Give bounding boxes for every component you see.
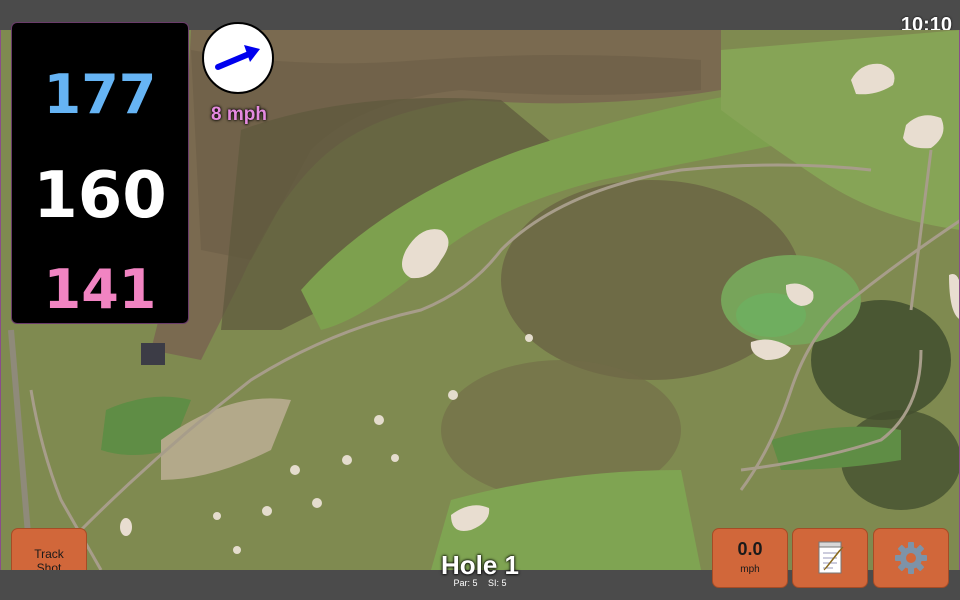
hole-title: Hole 1	[440, 550, 520, 580]
speed-unit: mph	[740, 564, 760, 575]
settings-button[interactable]	[873, 528, 949, 588]
wind-arrow-icon	[215, 45, 260, 70]
hole-info: Par: 5 SI: 5	[380, 578, 580, 588]
track-shot-label-line1: Track	[34, 547, 64, 561]
back-distance: 177	[43, 63, 157, 126]
notepad-icon	[818, 541, 844, 574]
wind-speed-label: 8 mph	[211, 104, 267, 125]
speed-button[interactable]: 0.0 mph	[712, 528, 788, 588]
front-distance: 141	[43, 258, 157, 321]
center-distance: 160	[33, 159, 167, 233]
gear-icon	[895, 542, 927, 574]
wind-direction-indicator	[202, 22, 274, 94]
par-label: Par: 5	[453, 578, 478, 588]
notes-button[interactable]	[792, 528, 868, 588]
distance-panel: 177 160 141	[11, 22, 189, 324]
speed-value: 0.0	[737, 539, 763, 559]
stroke-index-label: SI: 5	[488, 578, 507, 588]
